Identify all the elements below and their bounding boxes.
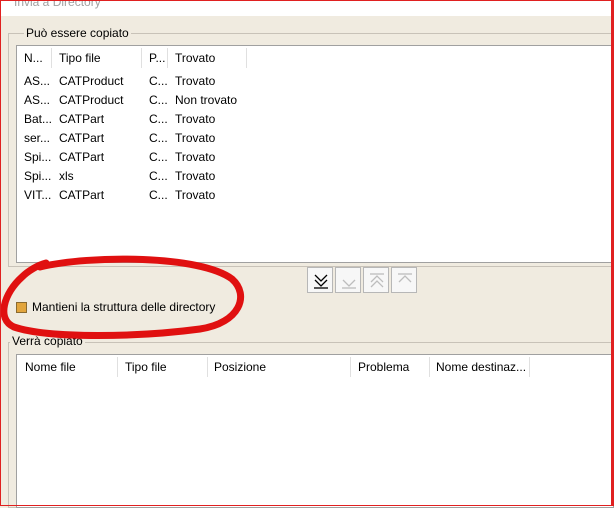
table-cell: Spi...	[24, 150, 52, 164]
column-separator[interactable]	[141, 48, 142, 68]
table-cell: C...	[149, 188, 168, 202]
table-cell: CATPart	[59, 131, 105, 145]
move-all-up-button[interactable]	[363, 267, 389, 293]
bottom-group-label: Verrà copiato	[10, 334, 85, 348]
column-header-destination-name[interactable]: Nome destinaz...	[436, 355, 526, 379]
table-cell: AS...	[24, 93, 51, 107]
table-cell: Trovato	[175, 74, 216, 88]
table-cell: C...	[149, 150, 168, 164]
keep-structure-checkbox[interactable]	[16, 302, 27, 313]
window-title-bar: Invia a Directory	[0, 0, 614, 16]
table-cell: C...	[149, 131, 168, 145]
top-group-label: Può essere copiato	[24, 26, 131, 40]
move-down-button[interactable]	[335, 267, 361, 293]
column-header-file-type[interactable]: Tipo file	[59, 46, 101, 70]
table-cell: C...	[149, 93, 168, 107]
table-cell: CATPart	[59, 112, 105, 126]
column-separator[interactable]	[117, 357, 118, 377]
table-row[interactable]: Spi... xls C... Trovato	[17, 167, 613, 186]
table-row[interactable]: Spi... CATPart C... Trovato	[17, 148, 613, 167]
table-row[interactable]: ser... CATPart C... Trovato	[17, 129, 613, 148]
table-cell: CATPart	[59, 188, 105, 202]
column-header-name[interactable]: N...	[24, 46, 43, 70]
table-row[interactable]: AS... CATProduct C... Non trovato	[17, 91, 613, 110]
column-separator[interactable]	[529, 357, 530, 377]
column-header-file-name[interactable]: Nome file	[25, 355, 76, 379]
table-cell: Non trovato	[175, 93, 238, 107]
move-all-down-icon	[314, 274, 328, 289]
column-separator[interactable]	[246, 48, 247, 68]
column-separator[interactable]	[350, 357, 351, 377]
table-cell: Spi...	[24, 169, 52, 183]
column-separator[interactable]	[51, 48, 52, 68]
column-header-found[interactable]: Trovato	[175, 46, 215, 70]
move-all-up-icon	[370, 273, 384, 288]
column-header-file-type[interactable]: Tipo file	[125, 355, 167, 379]
table-cell: ser...	[24, 131, 51, 145]
table-row[interactable]: Bat... CATPart C... Trovato	[17, 110, 613, 129]
table-cell: Trovato	[175, 188, 216, 202]
column-separator[interactable]	[207, 357, 208, 377]
table-cell: Trovato	[175, 169, 216, 183]
column-separator[interactable]	[429, 357, 430, 377]
table-cell: VIT...	[24, 188, 52, 202]
table-cell: C...	[149, 169, 168, 183]
move-down-icon	[342, 279, 356, 289]
copyable-files-list[interactable]: N... Tipo file P... Trovato AS... CATProd…	[16, 45, 614, 263]
table-cell: AS...	[24, 74, 51, 88]
move-up-icon	[398, 273, 412, 283]
move-up-button[interactable]	[391, 267, 417, 293]
table-row[interactable]: VIT... CATPart C... Trovato	[17, 186, 613, 205]
table-cell: Trovato	[175, 150, 216, 164]
keep-structure-label[interactable]: Mantieni la struttura delle directory	[32, 300, 215, 314]
to-copy-files-list[interactable]: Nome file Tipo file Posizione Problema N…	[16, 354, 614, 508]
column-header-position[interactable]: P...	[149, 46, 165, 70]
table-cell: C...	[149, 112, 168, 126]
table-row[interactable]: AS... CATProduct C... Trovato	[17, 72, 613, 91]
table-cell: CATProduct	[59, 93, 124, 107]
column-separator[interactable]	[167, 48, 168, 68]
table-cell: Bat...	[24, 112, 53, 126]
table-cell: C...	[149, 74, 168, 88]
table-cell: CATProduct	[59, 74, 124, 88]
table-cell: CATPart	[59, 150, 105, 164]
move-all-down-button[interactable]	[307, 267, 333, 293]
table-cell: Trovato	[175, 131, 216, 145]
table-cell: xls	[59, 169, 74, 183]
column-header-problem[interactable]: Problema	[358, 355, 409, 379]
column-header-location[interactable]: Posizione	[214, 355, 266, 379]
table-cell: Trovato	[175, 112, 216, 126]
window-title: Invia a Directory	[14, 0, 101, 9]
